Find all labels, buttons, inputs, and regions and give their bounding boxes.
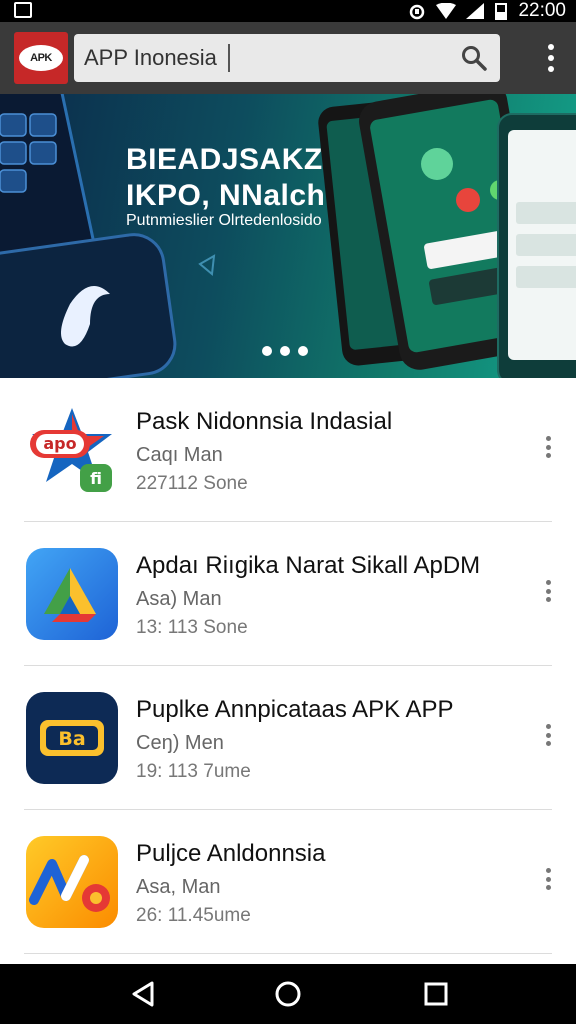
app-title: Puplke Annpicataas APK APP bbox=[136, 696, 454, 723]
list-item[interactable]: apo fi Pask Nidonnsia Indasial Caqı Man … bbox=[0, 378, 576, 522]
signal-icon bbox=[466, 3, 485, 19]
more-options-icon[interactable] bbox=[544, 724, 552, 746]
navigation-bar bbox=[0, 964, 576, 1024]
banner-subtitle: Putnmieslier Olrtedenlosido bbox=[126, 212, 322, 229]
triangle-play-icon bbox=[26, 548, 118, 640]
app-title: Pask Nidonnsia Indasial bbox=[136, 408, 393, 435]
app-meta: 19: 113 7ume bbox=[136, 761, 251, 782]
app-developer: Ceŋ) Men bbox=[136, 732, 224, 754]
app-developer: Asa) Man bbox=[136, 588, 222, 610]
text-cursor bbox=[228, 44, 230, 72]
banner-title: BIEADJSAKZ IKPO, NNalch bbox=[126, 142, 325, 214]
apk-star-icon: apo fi bbox=[26, 404, 118, 496]
home-icon[interactable] bbox=[272, 978, 304, 1010]
carousel-dot[interactable] bbox=[262, 346, 272, 356]
notification-icon bbox=[14, 2, 32, 18]
status-icons: 22:00 bbox=[408, 0, 566, 22]
promo-banner[interactable]: BIEADJSAKZ IKPO, NNalch Putnmieslier Olr… bbox=[0, 94, 576, 378]
list-item[interactable]: Puljce Anldonnsia Asa, Man 26: 11.45ume bbox=[0, 810, 576, 954]
carousel-dot[interactable] bbox=[280, 346, 290, 356]
svg-text:apo: apo bbox=[43, 434, 76, 453]
carousel-indicator[interactable] bbox=[262, 346, 308, 356]
app-developer: Caqı Man bbox=[136, 444, 223, 466]
app-meta: 26: 11.45ume bbox=[136, 905, 251, 926]
carousel-dot[interactable] bbox=[298, 346, 308, 356]
wifi-icon bbox=[436, 3, 457, 19]
list-item[interactable]: Ba Puplke Annpicataas APK APP Ceŋ) Men 1… bbox=[0, 666, 576, 810]
status-time: 22:00 bbox=[518, 0, 566, 21]
svg-text:fi: fi bbox=[90, 469, 102, 488]
svg-text:Ba: Ba bbox=[58, 728, 85, 750]
battery-icon bbox=[495, 3, 508, 20]
search-icon[interactable] bbox=[460, 44, 488, 72]
list-item[interactable]: Apdaı Riıgika Narat Sikall ApDM Asa) Man… bbox=[0, 522, 576, 666]
alarm-icon bbox=[410, 4, 425, 20]
app-bar: APK APP Inonesia bbox=[0, 22, 576, 94]
app-logo[interactable]: APK bbox=[14, 32, 68, 84]
overflow-menu-icon[interactable] bbox=[546, 44, 556, 72]
more-options-icon[interactable] bbox=[544, 868, 552, 890]
app-meta: 227112 Sone bbox=[136, 473, 248, 494]
logo-text: APK bbox=[19, 45, 63, 71]
search-box[interactable]: APP Inonesia bbox=[74, 34, 500, 82]
app-title: Puljce Anldonnsia bbox=[136, 840, 326, 867]
back-icon[interactable] bbox=[128, 978, 160, 1010]
app-title: Apdaı Riıgika Narat Sikall ApDM bbox=[136, 552, 481, 579]
search-input[interactable]: APP Inonesia bbox=[84, 34, 217, 82]
more-options-icon[interactable] bbox=[544, 436, 552, 458]
app-developer: Asa, Man bbox=[136, 876, 221, 898]
ba-badge-icon: Ba bbox=[26, 692, 118, 784]
banner-title-line1: BIEADJSAKZ bbox=[126, 143, 323, 176]
app-list: apo fi Pask Nidonnsia Indasial Caqı Man … bbox=[0, 378, 576, 954]
banner-art bbox=[0, 94, 576, 378]
divider bbox=[24, 953, 552, 954]
v-logo-icon bbox=[26, 836, 118, 928]
banner-title-line2: IKPO, NNalch bbox=[126, 179, 326, 212]
app-meta: 13: 113 Sone bbox=[136, 617, 248, 638]
more-options-icon[interactable] bbox=[544, 580, 552, 602]
status-bar: 22:00 bbox=[0, 0, 576, 22]
recents-icon[interactable] bbox=[420, 978, 452, 1010]
